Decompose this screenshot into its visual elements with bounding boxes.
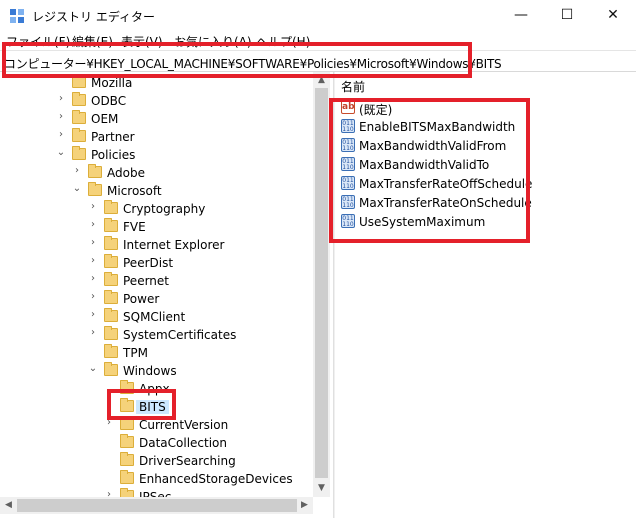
folder-icon [120, 452, 134, 466]
address-highlight-box [2, 42, 472, 78]
folder-icon [104, 344, 118, 358]
tree-item-tpm[interactable]: TPM [0, 344, 310, 362]
collapse-chevron-icon[interactable]: ⌄ [55, 147, 67, 161]
close-button[interactable]: ✕ [590, 0, 636, 30]
folder-icon [104, 236, 118, 250]
tree-item-oem[interactable]: › OEM [0, 110, 310, 128]
tree-item-enhancedstoragedevices[interactable]: EnhancedStorageDevices [0, 470, 310, 488]
name-column-header[interactable]: 名前 [341, 78, 365, 95]
minimize-button[interactable]: — [498, 0, 544, 30]
folder-icon [72, 128, 86, 142]
folder-icon [104, 200, 118, 214]
scroll-right-arrow-icon[interactable]: ▶ [296, 497, 313, 514]
expand-chevron-icon[interactable]: › [55, 93, 67, 107]
tree-item-microsoft[interactable]: ⌄ Microsoft [0, 182, 310, 200]
tree-item-label: FVE [123, 220, 146, 234]
tree-item-driversearching[interactable]: DriverSearching [0, 452, 310, 470]
tree-item-power[interactable]: › Power [0, 290, 310, 308]
vertical-scroll-thumb[interactable] [315, 88, 328, 478]
tree-item-label: SQMClient [123, 310, 186, 324]
folder-icon [88, 164, 102, 178]
expand-chevron-icon[interactable] [103, 453, 115, 467]
tree-item-label: TPM [123, 346, 148, 360]
expand-chevron-icon[interactable]: › [87, 255, 99, 269]
expand-chevron-icon[interactable]: › [55, 129, 67, 143]
expand-chevron-icon[interactable]: › [55, 111, 67, 125]
folder-icon [120, 434, 134, 448]
tree-item-label: Internet Explorer [123, 238, 225, 252]
collapse-chevron-icon[interactable]: ⌄ [87, 363, 99, 377]
tree-item-internet-explorer[interactable]: › Internet Explorer [0, 236, 310, 254]
tree-vertical-scrollbar[interactable]: ▲ ▼ [313, 72, 330, 497]
key-tree-pane[interactable]: Mozilla › ODBC › OEM › Partner ⌄ Policie… [0, 72, 330, 518]
bits-highlight-box [107, 389, 176, 420]
tree-item-label: Mozilla [91, 76, 133, 90]
folder-icon [88, 182, 102, 196]
expand-chevron-icon[interactable]: › [87, 309, 99, 323]
tree-item-peerdist[interactable]: › PeerDist [0, 254, 310, 272]
tree-item-partner[interactable]: › Partner [0, 128, 310, 146]
tree-item-label: Peernet [123, 274, 169, 288]
tree-item-label: SystemCertificates [123, 328, 237, 342]
tree-item-label: Cryptography [123, 202, 206, 216]
expand-chevron-icon[interactable] [87, 345, 99, 359]
tree-item-systemcertificates[interactable]: › SystemCertificates [0, 326, 310, 344]
tree-item-sqmclient[interactable]: › SQMClient [0, 308, 310, 326]
tree-item-label: DataCollection [139, 436, 228, 450]
expand-chevron-icon[interactable] [103, 435, 115, 449]
tree-item-policies[interactable]: ⌄ Policies [0, 146, 310, 164]
folder-icon [104, 218, 118, 232]
tree-item-label: Microsoft [107, 184, 162, 198]
expand-chevron-icon[interactable]: › [71, 165, 83, 179]
collapse-chevron-icon[interactable]: ⌄ [71, 183, 83, 197]
folder-icon [72, 110, 86, 124]
folder-icon [104, 362, 118, 376]
registry-editor-icon [10, 9, 24, 23]
tree-item-label: Policies [91, 148, 136, 162]
title-bar: レジストリ エディター — ☐ ✕ [0, 0, 636, 30]
tree-item-fve[interactable]: › FVE [0, 218, 310, 236]
tree-item-windows[interactable]: ⌄ Windows [0, 362, 310, 380]
tree-item-label: ODBC [91, 94, 127, 108]
tree-item-cryptography[interactable]: › Cryptography [0, 200, 310, 218]
expand-chevron-icon[interactable]: › [87, 237, 99, 251]
tree-item-label: DriverSearching [139, 454, 236, 468]
horizontal-scroll-thumb[interactable] [17, 499, 297, 512]
tree-item-label: CurrentVersion [139, 418, 229, 432]
scroll-down-arrow-icon[interactable]: ▼ [313, 480, 330, 497]
expand-chevron-icon[interactable]: › [87, 273, 99, 287]
scroll-left-arrow-icon[interactable]: ◀ [0, 497, 17, 514]
tree-item-label: Power [123, 292, 160, 306]
tree-item-label: EnhancedStorageDevices [139, 472, 293, 486]
folder-icon [104, 326, 118, 340]
expand-chevron-icon[interactable]: › [87, 291, 99, 305]
folder-icon [104, 308, 118, 322]
folder-icon [120, 470, 134, 484]
folder-icon [104, 272, 118, 286]
folder-icon [72, 92, 86, 106]
tree-horizontal-scrollbar[interactable]: ◀ ▶ [0, 497, 313, 514]
expand-chevron-icon[interactable]: › [87, 201, 99, 215]
tree-item-odbc[interactable]: › ODBC [0, 92, 310, 110]
maximize-button[interactable]: ☐ [544, 0, 590, 30]
tree-item-peernet[interactable]: › Peernet [0, 272, 310, 290]
tree-item-datacollection[interactable]: DataCollection [0, 434, 310, 452]
folder-icon [104, 254, 118, 268]
window-title: レジストリ エディター [32, 10, 155, 24]
tree-item-label: Windows [123, 364, 177, 378]
tree-item-label: Adobe [107, 166, 145, 180]
tree-item-label: OEM [91, 112, 119, 126]
values-highlight-box [329, 98, 530, 243]
expand-chevron-icon[interactable]: › [87, 327, 99, 341]
folder-icon [72, 146, 86, 160]
folder-icon [104, 290, 118, 304]
tree-item-label: Partner [91, 130, 135, 144]
tree-item-adobe[interactable]: › Adobe [0, 164, 310, 182]
expand-chevron-icon[interactable]: › [87, 219, 99, 233]
tree-item-label: PeerDist [123, 256, 174, 270]
expand-chevron-icon[interactable] [103, 471, 115, 485]
